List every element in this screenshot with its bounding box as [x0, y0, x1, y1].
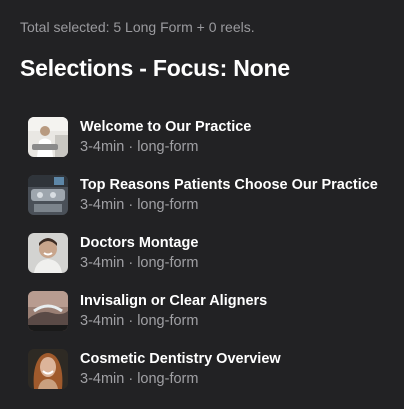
item-title: Doctors Montage [80, 234, 199, 251]
selection-summary: Total selected: 5 Long Form + 0 reels. [20, 19, 255, 35]
item-title: Welcome to Our Practice [80, 118, 252, 135]
dental-equipment-thumbnail-icon [28, 175, 68, 215]
aligners-thumbnail-icon [28, 291, 68, 331]
item-title: Cosmetic Dentistry Overview [80, 350, 281, 367]
item-subtitle: 3-4min · long-form [80, 370, 199, 387]
list-item[interactable]: Doctors Montage 3-4min · long-form [28, 224, 404, 282]
page-title: Selections - Focus: None [20, 55, 290, 81]
list-item[interactable]: Cosmetic Dentistry Overview 3-4min · lon… [28, 340, 404, 398]
item-title: Top Reasons Patients Choose Our Practice [80, 176, 378, 193]
item-title: Invisalign or Clear Aligners [80, 292, 268, 309]
list-item[interactable]: Welcome to Our Practice 3-4min · long-fo… [28, 108, 404, 166]
item-subtitle: 3-4min · long-form [80, 138, 199, 155]
practice-thumbnail-icon [28, 117, 68, 157]
list-item[interactable]: Top Reasons Patients Choose Our Practice… [28, 166, 404, 224]
item-subtitle: 3-4min · long-form [80, 196, 199, 213]
smiling-woman-thumbnail-icon [28, 349, 68, 389]
list-item[interactable]: Invisalign or Clear Aligners 3-4min · lo… [28, 282, 404, 340]
item-subtitle: 3-4min · long-form [80, 254, 199, 271]
doctor-portrait-thumbnail-icon [28, 233, 68, 273]
selection-list: Welcome to Our Practice 3-4min · long-fo… [28, 108, 404, 398]
item-subtitle: 3-4min · long-form [80, 312, 199, 329]
